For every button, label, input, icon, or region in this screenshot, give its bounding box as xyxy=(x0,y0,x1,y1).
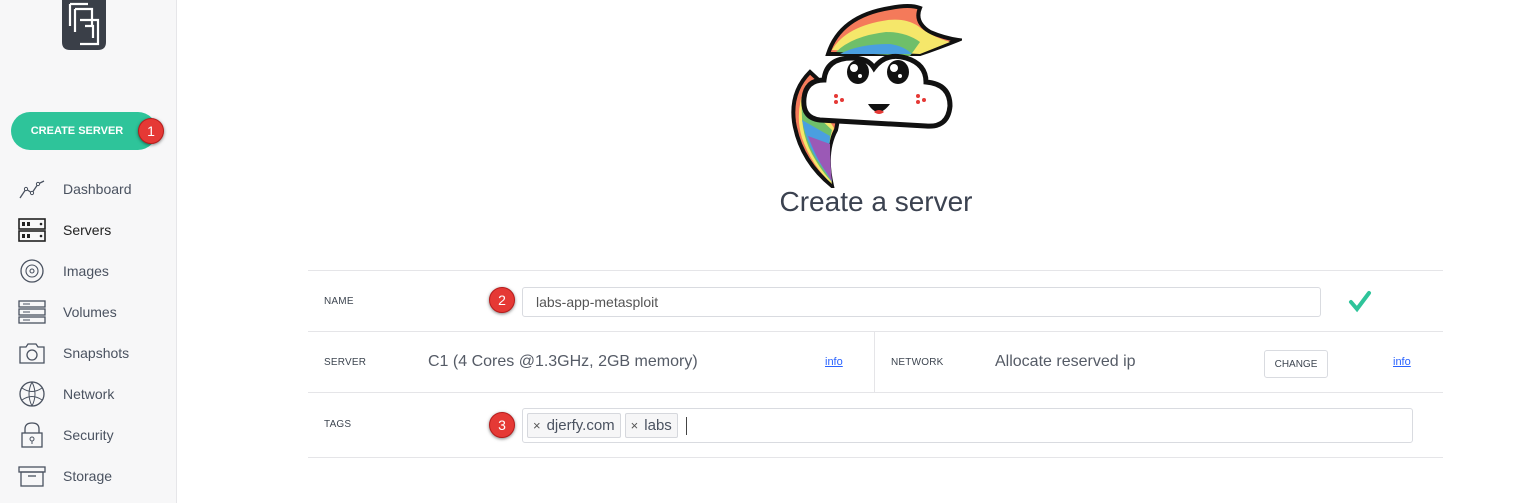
sidebar-item-label: Volumes xyxy=(63,303,117,320)
server-icon xyxy=(17,217,47,243)
sidebar-item-label: Network xyxy=(63,385,115,402)
sidebar-item-servers[interactable]: Servers xyxy=(0,209,176,250)
sidebar-item-label: Images xyxy=(63,262,109,279)
page-title: Create a server xyxy=(779,186,973,217)
globe-icon xyxy=(17,380,47,407)
sidebar-item-storage[interactable]: Storage xyxy=(0,455,176,496)
name-row: NAME 2 xyxy=(308,270,1443,331)
archive-box-icon xyxy=(17,463,47,489)
sidebar-nav: Dashboard Servers Images Volumes Snapsho… xyxy=(0,168,176,496)
sidebar-item-volumes[interactable]: Volumes xyxy=(0,291,176,332)
network-value: Allocate reserved ip xyxy=(995,353,1136,370)
sidebar-item-security[interactable]: Security xyxy=(0,414,176,455)
app-logo[interactable] xyxy=(62,0,106,50)
checkmark-icon xyxy=(1349,291,1371,313)
sidebar-item-images[interactable]: Images xyxy=(0,250,176,291)
remove-tag-icon[interactable]: × xyxy=(631,418,639,433)
tags-label: TAGS xyxy=(324,419,352,430)
tag-label: djerfy.com xyxy=(546,417,615,434)
tags-row: TAGS 3 × djerfy.com × labs xyxy=(308,392,1443,458)
sidebar: CREATE SERVER 1 Dashboard Servers Images… xyxy=(0,0,177,503)
step-badge-1: 1 xyxy=(138,118,164,144)
tag-label: labs xyxy=(644,417,672,434)
column-divider xyxy=(874,332,875,393)
server-name-input[interactable] xyxy=(522,287,1321,317)
tag-chip: × labs xyxy=(624,413,678,438)
disc-icon xyxy=(17,258,47,284)
step-badge-2: 2 xyxy=(489,287,515,313)
camera-icon xyxy=(17,340,47,366)
create-server-form: NAME 2 SERVER C1 (4 Cores @1.3GHz, 2GB m… xyxy=(308,270,1443,458)
server-type-value[interactable]: C1 (4 Cores @1.3GHz, 2GB memory) xyxy=(428,353,698,371)
network-label: NETWORK xyxy=(891,357,944,368)
text-cursor xyxy=(685,416,687,435)
step-badge-3: 3 xyxy=(489,412,515,438)
sidebar-item-network[interactable]: Network xyxy=(0,373,176,414)
tag-chip: × djerfy.com xyxy=(527,413,621,438)
sidebar-item-label: Dashboard xyxy=(63,180,132,197)
chart-line-icon xyxy=(17,176,47,202)
network-info-link[interactable]: info xyxy=(1393,356,1411,368)
server-network-row: SERVER C1 (4 Cores @1.3GHz, 2GB memory) … xyxy=(308,331,1443,393)
volumes-icon xyxy=(17,299,47,325)
create-server-button[interactable]: CREATE SERVER xyxy=(11,112,157,150)
sidebar-item-label: Storage xyxy=(63,467,113,484)
name-label: NAME xyxy=(324,296,354,307)
unicorn-cloud-mascot xyxy=(791,4,962,188)
sidebar-item-label: Snapshots xyxy=(63,344,130,361)
server-label: SERVER xyxy=(324,357,367,368)
sidebar-item-dashboard[interactable]: Dashboard xyxy=(0,168,176,209)
sidebar-item-label: Security xyxy=(63,426,114,443)
tags-input[interactable]: × djerfy.com × labs xyxy=(522,408,1413,443)
server-info-link[interactable]: info xyxy=(825,356,843,368)
sidebar-item-label: Servers xyxy=(63,221,112,238)
change-network-button[interactable]: CHANGE xyxy=(1264,350,1328,378)
sidebar-item-snapshots[interactable]: Snapshots xyxy=(0,332,176,373)
remove-tag-icon[interactable]: × xyxy=(533,418,541,433)
lock-icon xyxy=(17,421,47,448)
